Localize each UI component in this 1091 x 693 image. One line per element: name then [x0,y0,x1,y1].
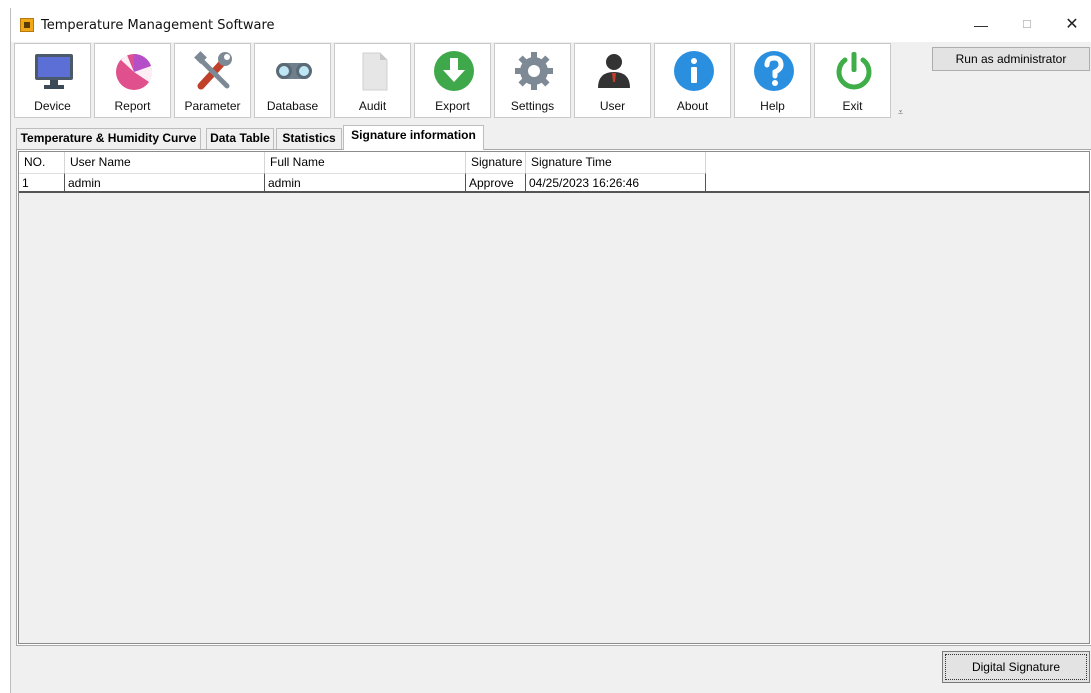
cell-signature-time[interactable]: 04/25/2023 16:26:46 [526,173,706,191]
toolbar-about-button[interactable]: About [654,43,731,118]
cell-no[interactable]: 1 [19,173,65,191]
gear-icon [515,52,553,90]
toolbar-label: Exit [842,99,863,113]
toolbar-export-button[interactable]: Export [414,43,491,118]
toolbar-label: Export [435,99,470,113]
signature-panel: NO. User Name Full Name Signature Signat… [16,149,1091,646]
toolbar-label: Parameter [184,99,241,113]
tools-icon [194,51,232,90]
signature-table: NO. User Name Full Name Signature Signat… [18,151,1090,644]
cell-signature[interactable]: Approve [466,173,526,191]
column-header-signature[interactable]: Signature [466,152,526,173]
table-row[interactable]: 1 admin admin Approve 04/25/2023 16:26:4… [19,173,1089,193]
app-window: Temperature Management Software — ☐ ✕ De… [10,8,1091,693]
title-bar: Temperature Management Software — ☐ ✕ [11,8,1091,42]
column-header-no[interactable]: NO. [19,152,65,173]
toolbar-database-button[interactable]: Database [254,43,331,118]
footer-bar: Digital Signature [16,646,1091,690]
column-header-full-name[interactable]: Full Name [265,152,466,173]
column-header-signature-time[interactable]: Signature Time [526,152,706,173]
tab-signature-information[interactable]: Signature information [343,125,484,150]
toolbar-label: Audit [358,99,387,113]
toolbar-exit-button[interactable]: Exit [814,43,891,118]
toolbar-user-button[interactable]: User [574,43,651,118]
monitor-icon [35,54,73,89]
cell-full-name[interactable]: admin [265,173,466,191]
column-header-user-name[interactable]: User Name [65,152,265,173]
maximize-button[interactable]: ☐ [1007,14,1047,36]
info-icon [674,51,714,91]
toolbar-label: Report [114,99,151,113]
toolbar-label: Settings [510,99,555,113]
app-logo-icon [20,18,34,32]
close-button[interactable]: ✕ [1052,14,1091,36]
document-icon [362,52,388,91]
table-header: NO. User Name Full Name Signature Signat… [19,152,1089,173]
window-title: Temperature Management Software [41,18,275,33]
minimize-button[interactable]: — [961,14,1001,36]
cell-user-name[interactable]: admin [65,173,265,191]
power-icon [836,52,872,90]
binoculars-icon [276,63,312,79]
toolbar-label: Device [34,99,71,113]
toolbar-label: User [599,99,626,113]
toolbar-help-button[interactable]: Help [734,43,811,118]
tab-temperature-humidity-curve[interactable]: Temperature & Humidity Curve [16,128,201,149]
main-toolbar: Device Report Parameter Database Audit E… [11,42,911,128]
toolbar-device-button[interactable]: Device [14,43,91,118]
run-as-administrator-button[interactable]: Run as administrator [932,47,1090,71]
digital-signature-button[interactable]: Digital Signature [942,651,1090,683]
toolbar-settings-button[interactable]: Settings [494,43,571,118]
help-icon [754,51,794,91]
tab-statistics[interactable]: Statistics [276,128,342,149]
toolbar-label: Database [266,99,319,113]
download-icon [434,51,474,91]
toolbar-overflow-icon[interactable]: ⩡ [898,107,903,118]
toolbar-label: About [676,99,709,113]
tab-data-table[interactable]: Data Table [206,128,274,149]
toolbar-report-button[interactable]: Report [94,43,171,118]
pie-chart-icon [116,53,153,90]
user-icon [598,54,630,88]
toolbar-label: Help [760,99,785,113]
toolbar-audit-button[interactable]: Audit [334,43,411,118]
toolbar-parameter-button[interactable]: Parameter [174,43,251,118]
